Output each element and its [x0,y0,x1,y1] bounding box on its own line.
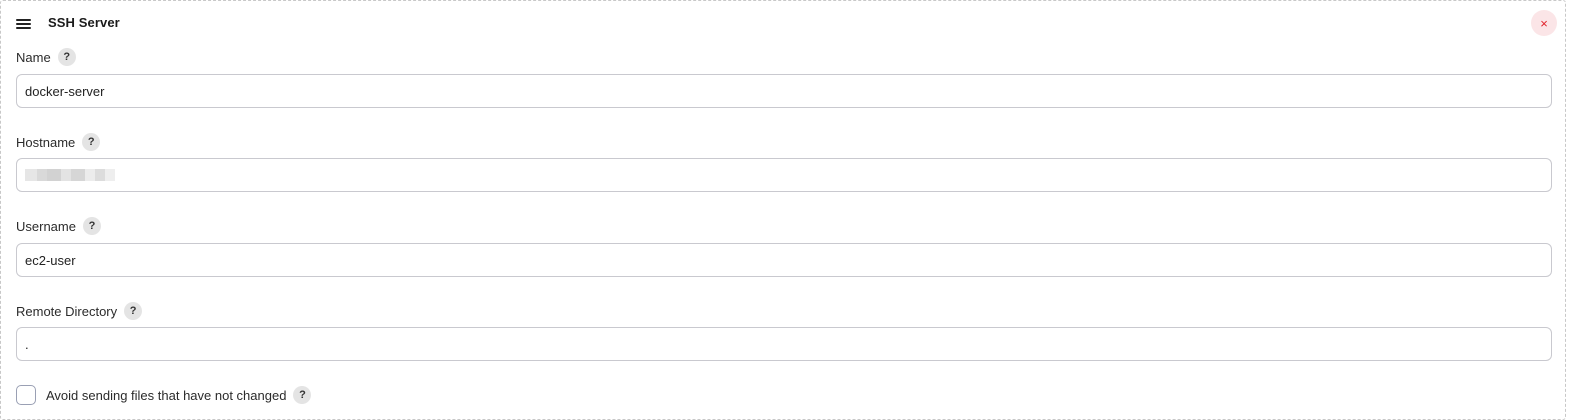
avoid-sending-checkbox[interactable] [16,385,36,405]
name-label-row: Name ? [16,48,76,66]
hostname-label-row: Hostname ? [16,133,101,151]
remote-directory-label-row: Remote Directory ? [16,302,143,320]
close-button[interactable]: × [1531,10,1557,36]
username-label-row: Username ? [16,217,101,235]
name-input[interactable] [16,74,1552,108]
name-help-icon[interactable]: ? [57,48,76,66]
panel-header: SSH Server [16,13,1565,35]
remote-directory-label: Remote Directory [16,303,118,319]
panel-title: SSH Server [48,15,120,30]
redacted-hostname [25,169,115,181]
hostname-label: Hostname [16,134,76,150]
remote-directory-input[interactable] [16,327,1552,361]
username-label: Username [16,218,76,234]
hamburger-icon[interactable] [16,19,31,29]
username-help-icon[interactable]: ? [82,217,101,235]
avoid-sending-row: Avoid sending files that have not change… [16,385,312,405]
username-input[interactable] [16,243,1552,277]
hostname-input[interactable] [16,158,1552,192]
remote-directory-help-icon[interactable]: ? [124,302,143,320]
avoid-sending-label[interactable]: Avoid sending files that have not change… [46,388,286,403]
hostname-help-icon[interactable]: ? [82,133,101,151]
ssh-server-panel: SSH Server × Name ? Hostname ? Username … [0,0,1566,420]
avoid-sending-help-icon[interactable]: ? [293,386,312,404]
name-label: Name [16,49,51,65]
